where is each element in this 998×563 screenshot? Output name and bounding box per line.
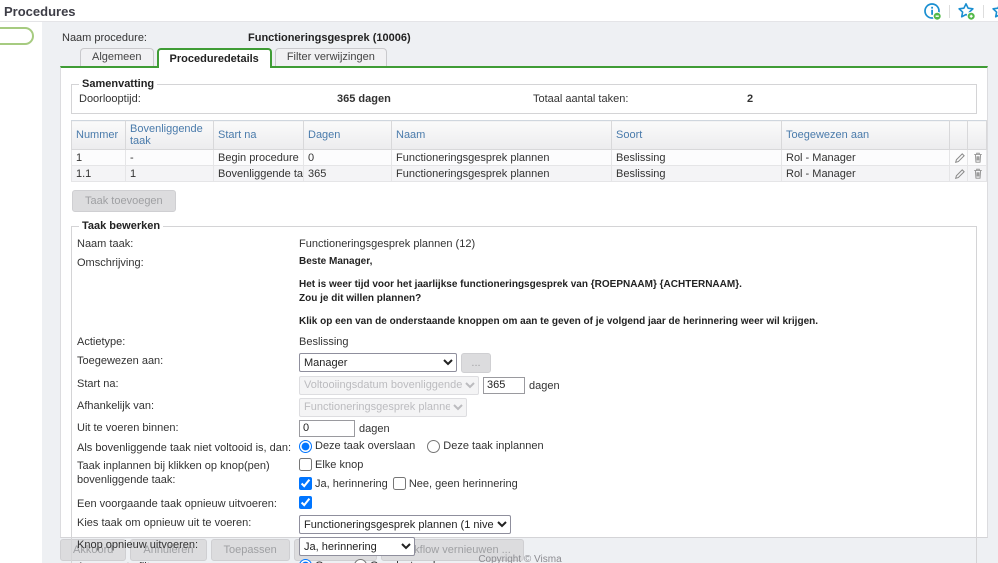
tab-proceduredetails[interactable]: Proceduredetails (156, 48, 272, 68)
start-na-label: Start na: (77, 377, 119, 390)
edit-icon[interactable] (949, 165, 968, 182)
start-na-suffix: dagen (529, 380, 560, 392)
tab-algemeen[interactable]: Algemeen (80, 48, 154, 66)
table-row: 1.1 1 Bovenliggende taak 365 Functioneri… (71, 165, 987, 182)
tab-bar: Algemeen Proceduredetails Filter verwijz… (80, 48, 390, 68)
icon-divider (983, 4, 984, 18)
cell-bovenliggende: 1 (125, 165, 214, 182)
knop-opnieuw-label: Knop opnieuw uitvoeren: (77, 539, 199, 551)
actietype-value: Beslissing (299, 335, 349, 348)
cell-toegewezen: Rol - Manager (781, 149, 950, 166)
procedure-header: Naam procedure: Functioneringsgesprek (10… (62, 32, 411, 44)
cell-nummer: 1 (71, 149, 126, 166)
inplannen-knop-label: Taak inplannen bij klikken op knop(pen) … (77, 460, 270, 486)
totaal-taken-value: 2 (747, 93, 754, 105)
doorlooptijd-value: 365 dagen (337, 93, 391, 105)
topbar-icon-group (923, 0, 998, 22)
col-nummer: Nummer (71, 120, 126, 150)
delete-icon[interactable] (967, 149, 987, 166)
info-icon[interactable] (923, 2, 942, 21)
omschrijving-line: Het is weer tijd voor het jaarlijkse fun… (299, 278, 742, 304)
voorgaande-taak-label: Een voorgaande taak opnieuw uitvoeren: (77, 498, 277, 511)
table-header-row: Nummer Bovenliggende taak Start na Dagen… (71, 120, 987, 150)
cell-soort: Beslissing (611, 165, 782, 182)
cell-soort: Beslissing (611, 149, 782, 166)
col-soort: Soort (611, 120, 782, 150)
cell-start-na: Bovenliggende taak (213, 165, 304, 182)
icon-divider (949, 4, 950, 18)
col-bovenliggende-taak: Bovenliggende taak (125, 120, 214, 150)
knop-opnieuw-select[interactable]: Ja, herinnering (299, 537, 415, 556)
toegewezen-aan-select[interactable]: Manager (299, 353, 457, 372)
top-bar: Procedures (0, 0, 998, 22)
omschrijving-text: Beste Manager, Het is weer tijd voor het… (299, 255, 818, 331)
totaal-taken-label: Totaal aantal taken: (533, 93, 629, 105)
col-edit (949, 120, 968, 150)
summary-legend: Samenvatting (82, 78, 155, 90)
summary-fieldset: Samenvatting Doorlooptijd: 365 dagen Tot… (71, 78, 977, 114)
toegewezen-more-button: ... (461, 352, 491, 373)
radio-deze-taak-overslaan[interactable]: Deze taak overslaan (299, 439, 415, 453)
niet-voltooid-label: Als bovenliggende taak niet voltooid is,… (77, 441, 292, 454)
cell-start-na: Begin procedure (213, 149, 304, 166)
naam-taak-value: Functioneringsgesprek plannen (12) (299, 238, 476, 250)
favorite-star-icon[interactable] (957, 2, 976, 21)
doorlooptijd-label: Doorlooptijd: (79, 93, 141, 105)
checkbox-nee-geen-herinnering[interactable]: Nee, geen herinnering (392, 477, 518, 491)
clipped-nav-pill[interactable] (0, 27, 34, 45)
aangepaste-filters-label: Aangepaste filters: (77, 559, 299, 563)
main-panel: Naam procedure: Functioneringsgesprek (10… (42, 22, 998, 563)
afhankelijk-van-select: Functioneringsgesprek plannen (1) (299, 397, 467, 417)
kies-taak-select[interactable]: Functioneringsgesprek plannen (1 niveaus… (299, 515, 511, 534)
cell-dagen: 365 (303, 165, 392, 182)
afhankelijk-van-label: Afhankelijk van: (77, 399, 155, 412)
procedure-name-value: Functioneringsgesprek (10006) (248, 32, 411, 44)
cell-naam: Functioneringsgesprek plannen (391, 149, 612, 166)
radio-deze-taak-inplannen[interactable]: Deze taak inplannen (427, 439, 544, 453)
page-title: Procedures (4, 4, 76, 19)
procedure-name-label: Naam procedure: (62, 32, 147, 44)
kies-taak-label: Kies taak om opnieuw uit te voeren: (77, 517, 252, 529)
cell-toegewezen: Rol - Manager (781, 165, 950, 182)
actietype-label: Actietype: (77, 335, 126, 348)
col-delete (967, 120, 987, 150)
add-task-button: Taak toevoegen (72, 190, 176, 212)
omschrijving-label: Omschrijving: (77, 256, 144, 269)
toegewezen-aan-label: Toegewezen aan: (77, 354, 164, 367)
cell-bovenliggende: - (125, 149, 214, 166)
start-na-select: Voltooiingsdatum bovenliggende taak (299, 375, 479, 395)
uitvoeren-binnen-label: Uit te voeren binnen: (77, 421, 179, 434)
delete-icon[interactable] (967, 165, 987, 182)
edit-icon[interactable] (949, 149, 968, 166)
checkbox-elke-knop[interactable]: Elke knop (299, 458, 363, 472)
edit-task-legend: Taak bewerken (82, 220, 161, 232)
uitvoeren-binnen-suffix: dagen (359, 423, 390, 435)
tasks-table: Nummer Bovenliggende taak Start na Dagen… (71, 120, 987, 182)
voorgaande-taak-checkbox[interactable] (299, 496, 312, 510)
clipped-edge-icon[interactable] (991, 2, 998, 21)
col-start-na: Start na (213, 120, 304, 150)
cell-nummer: 1.1 (71, 165, 126, 182)
radio-filters-geen[interactable]: Geen (299, 559, 342, 563)
checkbox-ja-herinnering[interactable]: Ja, herinnering (299, 477, 388, 491)
omschrijving-line: Beste Manager, (299, 255, 373, 267)
edit-task-fieldset: Taak bewerken Naam taak: Functioneringsg… (71, 220, 977, 563)
table-row: 1 - Begin procedure 0 Functioneringsgesp… (71, 149, 987, 166)
start-na-days-input[interactable] (483, 376, 525, 394)
cell-naam: Functioneringsgesprek plannen (391, 165, 612, 182)
tab-filter-verwijzingen[interactable]: Filter verwijzingen (274, 48, 387, 66)
tab-content-card: Samenvatting Doorlooptijd: 365 dagen Tot… (60, 66, 988, 563)
radio-filters-geselecteerd[interactable]: Geselecteerd (353, 559, 435, 563)
col-dagen: Dagen (303, 120, 392, 150)
naam-taak-label: Naam taak: (77, 238, 134, 250)
cell-dagen: 0 (303, 149, 392, 166)
col-toegewezen-aan: Toegewezen aan (781, 120, 950, 150)
omschrijving-line: Klik op een van de onderstaande knoppen … (299, 315, 819, 327)
col-naam: Naam (391, 120, 612, 150)
uitvoeren-binnen-input[interactable] (299, 419, 355, 437)
